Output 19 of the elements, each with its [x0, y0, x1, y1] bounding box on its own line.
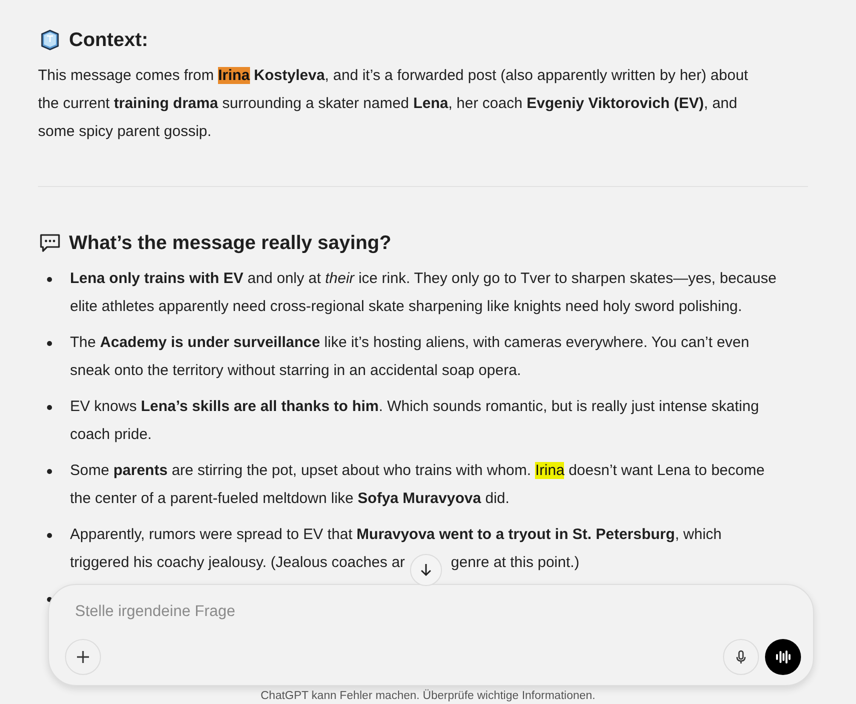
section-heading: Context:	[38, 26, 808, 54]
section-heading: What’s the message really saying?	[38, 229, 808, 257]
plus-icon	[75, 649, 91, 665]
message-input[interactable]: Stelle irgendeine Frage	[65, 599, 801, 625]
voice-mode-button[interactable]	[765, 639, 801, 675]
bullet-text: genre at this point.)	[450, 553, 580, 573]
bullet-text: The Academy is under surveillance like it’s hosting aliens, with cameras everywhere. You can’t even sneak onto the territory without starring in an accidental soap opera.	[70, 333, 750, 381]
bullet-text: EV knows Lena’s skills are all thanks to him. Which sounds romantic, but is really just intense skating coach pride.	[70, 397, 760, 445]
down-arrow-icon	[418, 562, 434, 578]
bullet-text: triggered his coachy jealousy. (Jealous coaches ar	[70, 553, 405, 573]
sound-wave-icon	[774, 648, 792, 666]
bullet-text: Apparently, rumors were spread to EV that Muravyova went to a tryout in St. Petersburg, which	[70, 525, 722, 545]
speech-bubble-icon	[38, 231, 62, 255]
scroll-down-button[interactable]	[410, 554, 442, 586]
microphone-button[interactable]	[723, 639, 759, 675]
disclaimer-text: ChatGPT kann Fehler machen. Überprüfe wichtige Informationen.	[260, 689, 596, 703]
bullet-text: Lena only trains with EV and only at their ice rink. They only go to Tver to sharpen skates—yes, because elite athletes apparently need cross-regional skate sharpening like knights need holy sword polishing.	[70, 269, 778, 317]
paragraph: This message comes from Irina Kostyleva, and it’s a forwarded post (also apparently written by her) about the current training drama surrounding a skater named Lena, her coach Evgeniy Viktorovich (EV), and some spicy parent gossip.	[38, 66, 750, 142]
add-button[interactable]	[65, 639, 101, 675]
